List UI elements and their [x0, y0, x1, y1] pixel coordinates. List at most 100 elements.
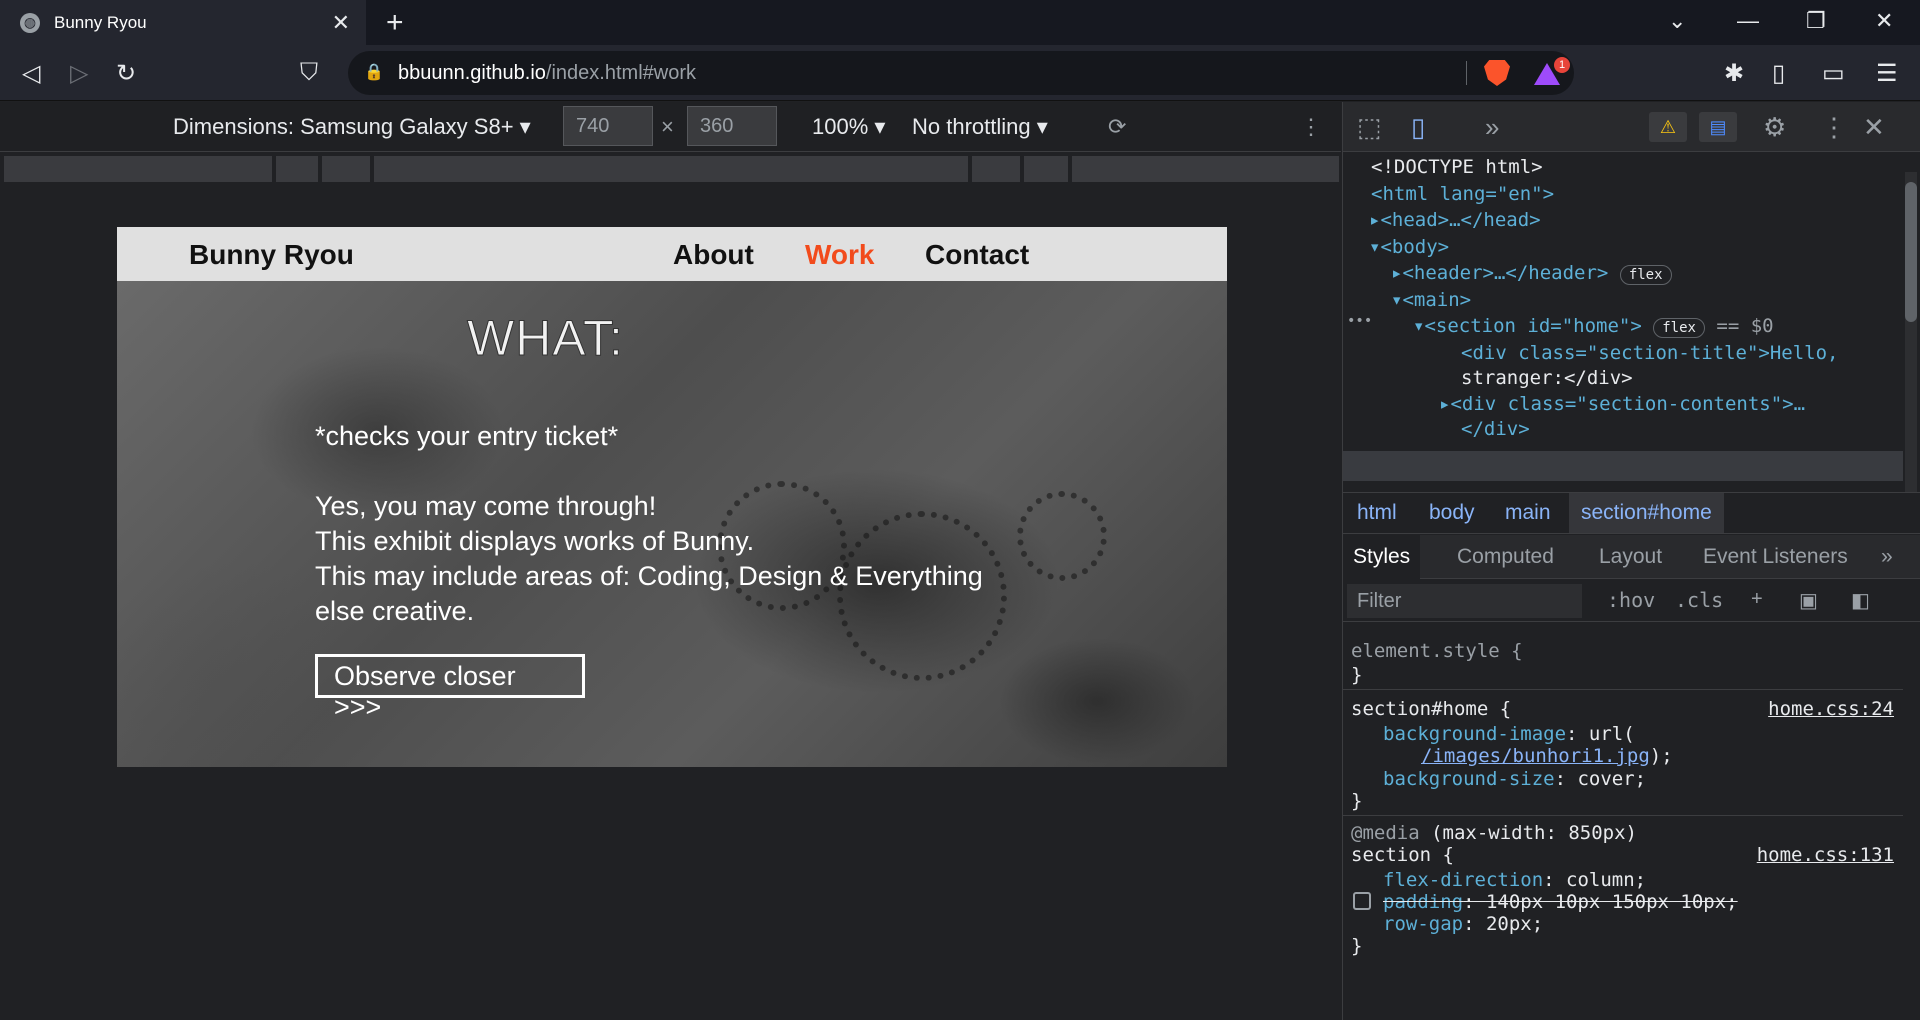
menu-icon[interactable]: ☰ [1876, 59, 1898, 88]
toggle-sidebar-icon[interactable]: ◧ [1851, 588, 1870, 613]
paint-icon[interactable]: ▣ [1799, 588, 1818, 613]
devtools-panel: ⬚ ▯ » ⚠ ▤ ⚙ ⋮ ✕ <!DOCTYPE html> <html la… [1342, 102, 1920, 1020]
dom-section-home[interactable]: ▾<section id="home"> flex == $0 [1413, 315, 1774, 338]
site-brand[interactable]: Bunny Ryou [189, 239, 354, 271]
rule-source-link[interactable]: home.css:24 [1768, 698, 1894, 720]
throttling-dropdown[interactable]: No throttling ▾ [912, 114, 1048, 140]
new-tab-icon[interactable]: + [386, 6, 404, 40]
flex-badge[interactable]: flex [1653, 318, 1705, 338]
observe-closer-button[interactable]: Observe closer >>> [315, 654, 585, 722]
elements-scroll-thumb[interactable] [1905, 182, 1917, 322]
css-property[interactable]: flex-direction: column; [1383, 869, 1646, 891]
tab-layout[interactable]: Layout [1599, 545, 1662, 569]
breadcrumb-section-home[interactable]: section#home [1569, 493, 1724, 533]
bookmark-icon[interactable]: ⛉ [300, 59, 318, 87]
more-options-icon[interactable]: ⋮ [1821, 112, 1847, 143]
styles-filter-input[interactable]: Filter [1347, 584, 1582, 618]
hov-toggle[interactable]: :hov [1607, 588, 1655, 612]
nav-about[interactable]: About [673, 239, 754, 271]
width-input[interactable]: 740 [563, 106, 653, 146]
rule-selector: section#home { [1351, 698, 1512, 720]
dom-section-title[interactable]: <div class="section-title">Hello, [1461, 342, 1839, 364]
css-property-disabled[interactable]: padding: 140px 10px 150px 10px; [1383, 891, 1738, 913]
brave-shields-icon[interactable] [1484, 60, 1510, 86]
more-tabs-icon[interactable]: » [1881, 545, 1893, 569]
restore-icon[interactable]: ❐ [1806, 8, 1826, 34]
warning-icon[interactable]: ⚠ [1649, 112, 1687, 142]
rewards-badge: 1 [1554, 57, 1570, 73]
css-property[interactable]: background-image: url( [1383, 723, 1635, 745]
rule-source-link[interactable]: home.css:131 [1757, 844, 1894, 866]
back-icon[interactable]: ◁ [22, 59, 40, 88]
more-options-icon[interactable]: ⋮ [1300, 114, 1322, 140]
rule-selector: element.style { [1351, 640, 1523, 662]
browser-titlebar: ◍ Bunny Ryou ✕ + ⌄ — ❐ ✕ [0, 0, 1920, 45]
browser-tab[interactable]: ◍ Bunny Ryou ✕ [0, 0, 366, 45]
url-text[interactable]: bbuunn.github.io/index.html#work [398, 62, 696, 85]
dom-body[interactable]: ▾<body> [1369, 236, 1449, 258]
new-rule-icon[interactable]: + [1751, 588, 1763, 611]
extensions-icon[interactable]: ✱ [1724, 59, 1744, 88]
tab-computed[interactable]: Computed [1457, 545, 1554, 569]
dom-header[interactable]: ▸<header>…</header> flex [1391, 262, 1672, 285]
rule-close: } [1351, 790, 1363, 812]
breadcrumb-html[interactable]: html [1357, 501, 1397, 525]
media-query-segment[interactable] [972, 156, 1022, 182]
nav-contact[interactable]: Contact [925, 239, 1029, 271]
messages-icon[interactable]: ▤ [1699, 112, 1737, 142]
media-query-segment[interactable] [374, 156, 970, 182]
flex-badge[interactable]: flex [1619, 265, 1672, 285]
styles-tabbar: Styles Computed Layout Event Listeners » [1343, 535, 1920, 579]
tab-styles[interactable]: Styles [1343, 535, 1421, 579]
globe-icon: ◍ [20, 12, 40, 33]
tab-title: Bunny Ryou [54, 12, 147, 32]
close-tab-icon[interactable]: ✕ [332, 10, 350, 36]
node-actions-ellipsis[interactable]: ••• [1347, 313, 1372, 329]
settings-gear-icon[interactable]: ⚙ [1763, 112, 1786, 143]
address-bar[interactable]: 🔒 bbuunn.github.io/index.html#work 1 [348, 51, 1574, 95]
tab-event-listeners[interactable]: Event Listeners [1703, 545, 1848, 569]
dom-head[interactable]: ▸<head>…</head> [1369, 209, 1541, 231]
background-image-detail [837, 511, 1007, 681]
hero-section: WHAT: *checks your entry ticket* Yes, yo… [117, 281, 1227, 767]
cls-toggle[interactable]: .cls [1675, 588, 1723, 612]
browser-toolbar: ◁ ▷ ↻ ⛉ 🔒 bbuunn.github.io/index.html#wo… [0, 45, 1920, 101]
minimize-icon[interactable]: — [1737, 8, 1759, 34]
hero-line: else creative. [315, 596, 475, 626]
tab-search-icon[interactable]: ⌄ [1668, 8, 1686, 34]
reload-icon[interactable]: ↻ [116, 59, 136, 88]
css-property[interactable]: background-size: cover; [1383, 768, 1646, 790]
nav-work[interactable]: Work [805, 239, 875, 271]
breadcrumb-body[interactable]: body [1429, 501, 1475, 525]
css-url-link[interactable]: /images/bunhori1.jpg); [1421, 745, 1673, 767]
close-window-icon[interactable]: ✕ [1875, 8, 1893, 34]
rule-close: } [1351, 664, 1363, 686]
hero-line: This may include areas of: Coding, Desig… [315, 561, 983, 591]
dom-doctype[interactable]: <!DOCTYPE html> [1371, 156, 1543, 178]
media-query-segment[interactable] [1072, 156, 1341, 182]
media-query-segment[interactable] [276, 156, 320, 182]
device-toggle-icon[interactable]: ▯ [1411, 112, 1425, 143]
close-devtools-icon[interactable]: ✕ [1863, 112, 1885, 143]
dom-main[interactable]: ▾<main> [1391, 289, 1471, 311]
dom-html[interactable]: <html lang="en"> [1371, 183, 1554, 205]
rotate-icon[interactable]: ⟳ [1108, 114, 1126, 140]
height-input[interactable]: 360 [687, 106, 777, 146]
wallet-icon[interactable]: ▭ [1822, 59, 1845, 88]
breadcrumb-main[interactable]: main [1505, 501, 1551, 525]
devtools-toolbar: ⬚ ▯ » ⚠ ▤ ⚙ ⋮ ✕ [1343, 102, 1920, 152]
dimensions-dropdown[interactable]: Dimensions: Samsung Galaxy S8+ ▾ [173, 114, 531, 140]
media-query-segment[interactable] [4, 156, 274, 182]
media-query-segment[interactable] [1024, 156, 1070, 182]
zoom-dropdown[interactable]: 100% ▾ [812, 114, 885, 140]
dom-section-title-cont: stranger:</div> [1461, 367, 1633, 389]
media-query-segment[interactable] [322, 156, 372, 182]
css-property[interactable]: row-gap: 20px; [1383, 913, 1543, 935]
forward-icon[interactable]: ▷ [70, 59, 88, 88]
sidebar-icon[interactable]: ▯ [1772, 59, 1785, 88]
property-checkbox[interactable] [1353, 892, 1371, 910]
inspect-element-icon[interactable]: ⬚ [1357, 112, 1382, 143]
emulated-viewport: Bunny Ryou About Work Contact WHAT: *che… [117, 227, 1227, 767]
dom-section-contents[interactable]: ▸<div class="section-contents">… [1439, 393, 1805, 415]
more-panels-icon[interactable]: » [1485, 112, 1499, 143]
